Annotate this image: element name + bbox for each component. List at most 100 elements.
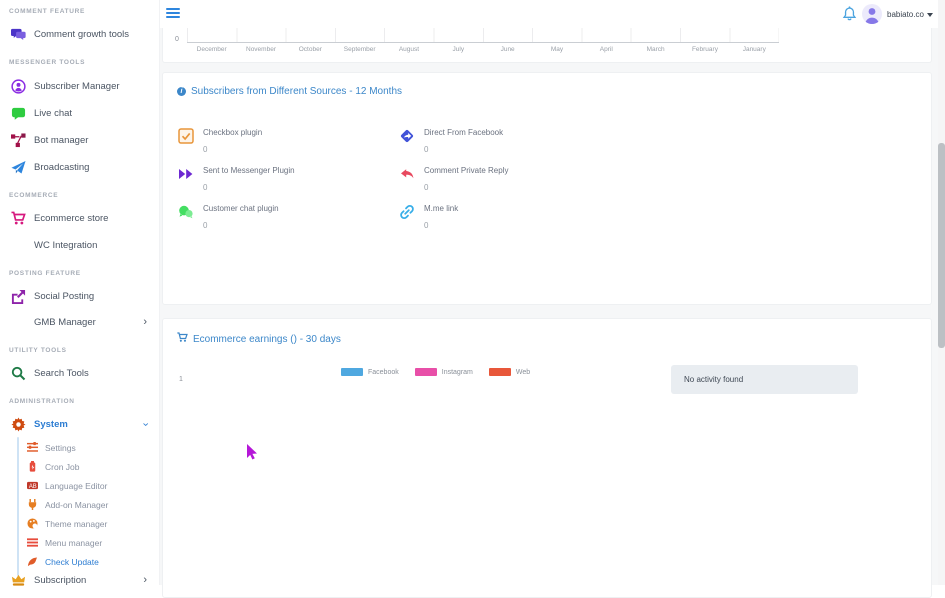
month-label: December	[187, 46, 236, 53]
sidebar-item-label: Broadcasting	[34, 162, 89, 173]
chat-square-icon	[11, 106, 26, 121]
stat-value: 0	[203, 221, 279, 230]
sidebar-item-label: System	[34, 419, 68, 430]
stat-checkbox-plugin: Checkbox plugin0	[178, 128, 262, 154]
submenu-item-label: Add-on Manager	[45, 500, 108, 510]
card-title-label: Ecommerce earnings () - 30 days	[193, 334, 341, 345]
sidebar-item-broadcasting[interactable]: Broadcasting	[0, 155, 160, 179]
section-header-posting-feature: POSTING FEATURE	[9, 270, 81, 277]
month-label: July	[434, 46, 483, 53]
user-avatar[interactable]	[862, 4, 882, 24]
vertical-scrollbar[interactable]	[938, 0, 945, 585]
chart-gridlines	[187, 28, 779, 42]
sidebar-item-system[interactable]: System ›	[0, 412, 160, 436]
submenu-item-addon-manager[interactable]: Add-on Manager	[0, 495, 160, 514]
section-header-messenger-tools: MESSENGER TOOLS	[9, 59, 85, 66]
legend-label: Facebook	[368, 369, 399, 376]
update-leaf-icon	[27, 556, 38, 567]
sidebar-item-live-chat[interactable]: Live chat	[0, 101, 160, 125]
submenu-item-theme-manager[interactable]: Theme manager	[0, 514, 160, 533]
submenu-item-language-editor[interactable]: AB Language Editor	[0, 476, 160, 495]
month-label: May	[532, 46, 581, 53]
sliders-icon	[27, 442, 38, 453]
sidebar-item-label: Search Tools	[34, 368, 89, 379]
sidebar-item-wc-integration[interactable]: WC Integration	[0, 233, 160, 257]
chat-bubbles-icon	[178, 204, 194, 220]
palette-icon	[27, 518, 38, 529]
sidebar-item-social-posting[interactable]: Social Posting	[0, 284, 160, 308]
section-header-utility-tools: UTILITY TOOLS	[9, 347, 67, 354]
checkbox-icon	[178, 128, 194, 144]
main-content: babiato.co 0 December November October S…	[160, 0, 938, 585]
top-bar: babiato.co	[160, 0, 938, 28]
legend-item-web: Web	[489, 368, 530, 376]
sidebar-item-label: Social Posting	[34, 291, 94, 302]
sidebar-item-label: Subscriber Manager	[34, 81, 120, 92]
stat-label: Checkbox plugin	[203, 128, 262, 137]
month-label: June	[483, 46, 532, 53]
no-activity-message: No activity found	[671, 365, 858, 394]
stat-direct-from-facebook: Direct From Facebook0	[399, 128, 503, 154]
reply-icon	[399, 166, 415, 182]
battery-icon	[27, 461, 38, 472]
sidebar-item-label: Comment growth tools	[34, 29, 129, 40]
menu-bars-icon	[27, 537, 38, 548]
sidebar-item-comment-growth-tools[interactable]: Comment growth tools	[0, 22, 160, 46]
submenu-item-label: Menu manager	[45, 538, 102, 548]
scrollbar-thumb[interactable]	[938, 143, 945, 348]
sidebar-item-subscription[interactable]: Subscription ›	[0, 568, 160, 592]
stat-value: 0	[424, 183, 508, 192]
comment-bubbles-icon	[11, 27, 26, 42]
svg-text:AB: AB	[29, 484, 37, 490]
sidebar: COMMENT FEATURE Comment growth tools MES…	[0, 0, 160, 585]
user-menu[interactable]: babiato.co	[887, 10, 933, 19]
sidebar-item-search-tools[interactable]: Search Tools	[0, 361, 160, 385]
person-icon	[862, 4, 882, 24]
stat-label: M.me link	[424, 204, 458, 213]
subscribers-chart-card: 0 December November October September Au…	[162, 28, 932, 63]
month-label: October	[286, 46, 335, 53]
ecommerce-earnings-card: Ecommerce earnings () - 30 days 1 Facebo…	[162, 318, 932, 598]
month-label: January	[730, 46, 779, 53]
sidebar-item-label: GMB Manager	[34, 317, 96, 328]
stat-mme-link: M.me link 0	[399, 204, 458, 230]
submenu-item-menu-manager[interactable]: Menu manager	[0, 533, 160, 552]
legend-swatch-web	[489, 368, 511, 376]
stat-sent-to-messenger: Sent to Messenger Plugin0	[178, 166, 295, 192]
sidebar-item-subscriber-manager[interactable]: Subscriber Manager	[0, 74, 160, 98]
stat-label: Sent to Messenger Plugin	[203, 166, 295, 175]
stat-value: 0	[424, 145, 503, 154]
chevron-right-icon: ›	[143, 317, 147, 328]
stat-customer-chat-plugin: Customer chat plugin 0	[178, 204, 279, 230]
user-circle-icon	[11, 79, 26, 94]
section-header-comment-feature: COMMENT FEATURE	[9, 8, 85, 15]
crown-icon	[11, 573, 26, 588]
hamburger-menu-icon[interactable]	[166, 6, 180, 20]
sidebar-item-gmb-manager[interactable]: GMB Manager ›	[0, 310, 160, 334]
chart-y-tick-0: 0	[175, 36, 179, 43]
sidebar-item-bot-manager[interactable]: Bot manager	[0, 128, 160, 152]
notifications-bell-icon[interactable]	[842, 6, 857, 27]
info-icon: i	[177, 87, 186, 96]
caret-down-icon	[927, 13, 933, 17]
stat-label: Customer chat plugin	[203, 204, 279, 213]
link-icon	[399, 204, 415, 220]
cart-icon	[11, 211, 26, 226]
legend-label: Instagram	[442, 369, 473, 376]
paper-plane-icon	[11, 160, 26, 175]
no-icon	[11, 315, 26, 330]
submenu-item-label: Check Update	[45, 557, 99, 567]
sidebar-item-ecommerce-store[interactable]: Ecommerce store	[0, 206, 160, 230]
share-box-icon	[11, 289, 26, 304]
submenu-item-settings[interactable]: Settings	[0, 438, 160, 457]
submenu-item-label: Settings	[45, 443, 76, 453]
stat-comment-private-reply: Comment Private Reply0	[399, 166, 508, 192]
stat-value: 0	[424, 221, 458, 230]
chart-x-axis	[187, 42, 779, 43]
legend-label: Web	[516, 369, 530, 376]
sidebar-item-label: Ecommerce store	[34, 213, 108, 224]
month-label: August	[384, 46, 433, 53]
submenu-item-cron-job[interactable]: Cron Job	[0, 457, 160, 476]
no-icon	[11, 238, 26, 253]
chevron-down-icon: ›	[140, 422, 151, 426]
